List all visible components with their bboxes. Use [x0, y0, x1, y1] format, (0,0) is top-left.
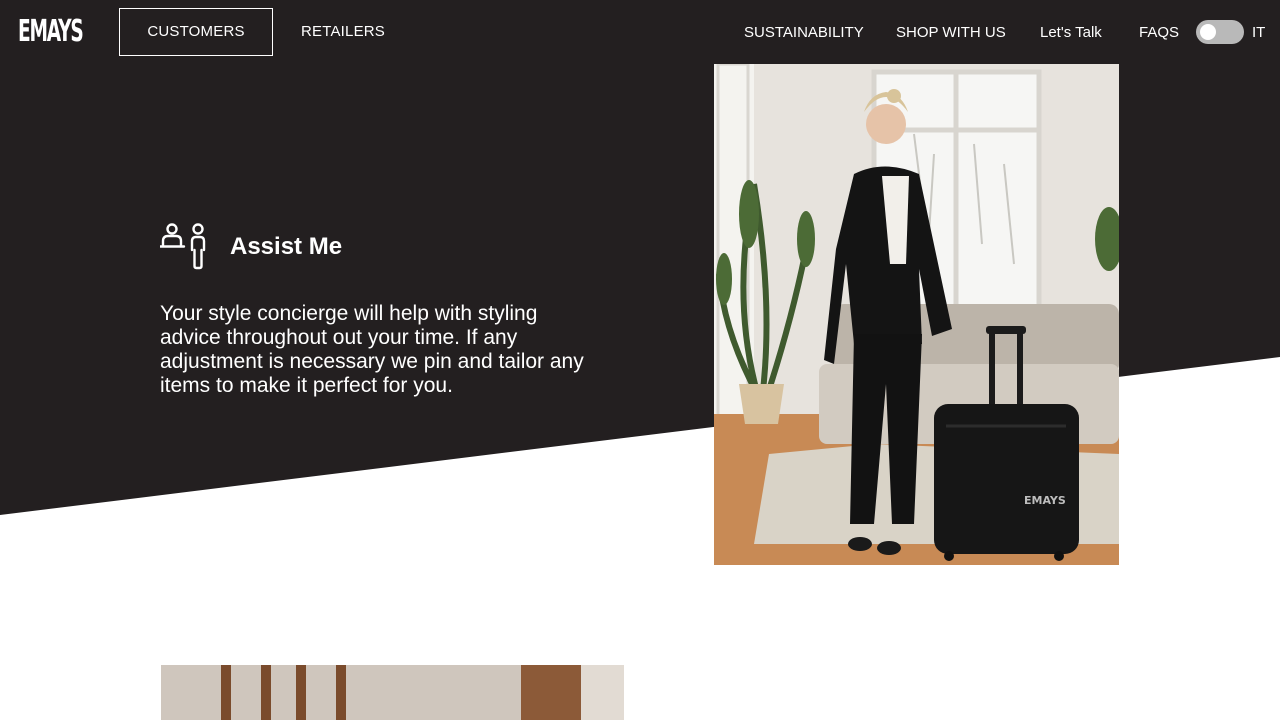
language-toggle[interactable] — [1196, 20, 1244, 44]
nav-link-shop-with-us[interactable]: SHOP WITH US — [896, 22, 1006, 44]
feature-description: Your style concierge will help with styl… — [160, 302, 584, 397]
tab-customers[interactable]: CUSTOMERS — [119, 8, 273, 56]
top-navigation-bar: EMAYS CUSTOMERS RETAILERS SUSTAINABILITY… — [0, 0, 1280, 64]
nav-link-sustainability[interactable]: SUSTAINABILITY — [744, 22, 864, 44]
interior-photo — [161, 665, 624, 720]
language-label: IT — [1252, 24, 1266, 41]
brand-logo[interactable]: EMAYS — [18, 14, 84, 50]
toggle-knob — [1200, 24, 1216, 40]
people-assist-icon — [158, 222, 208, 270]
woman-with-suitcase-photo: EMAYS — [714, 64, 1119, 565]
tab-retailers[interactable]: RETAILERS — [288, 8, 398, 56]
nav-link-lets-talk[interactable]: Let's Talk — [1040, 22, 1102, 44]
nav-link-faqs[interactable]: FAQS — [1139, 22, 1179, 44]
suitcase-brand-mark: EMAYS — [1024, 494, 1066, 507]
feature-title: Assist Me — [230, 233, 343, 260]
